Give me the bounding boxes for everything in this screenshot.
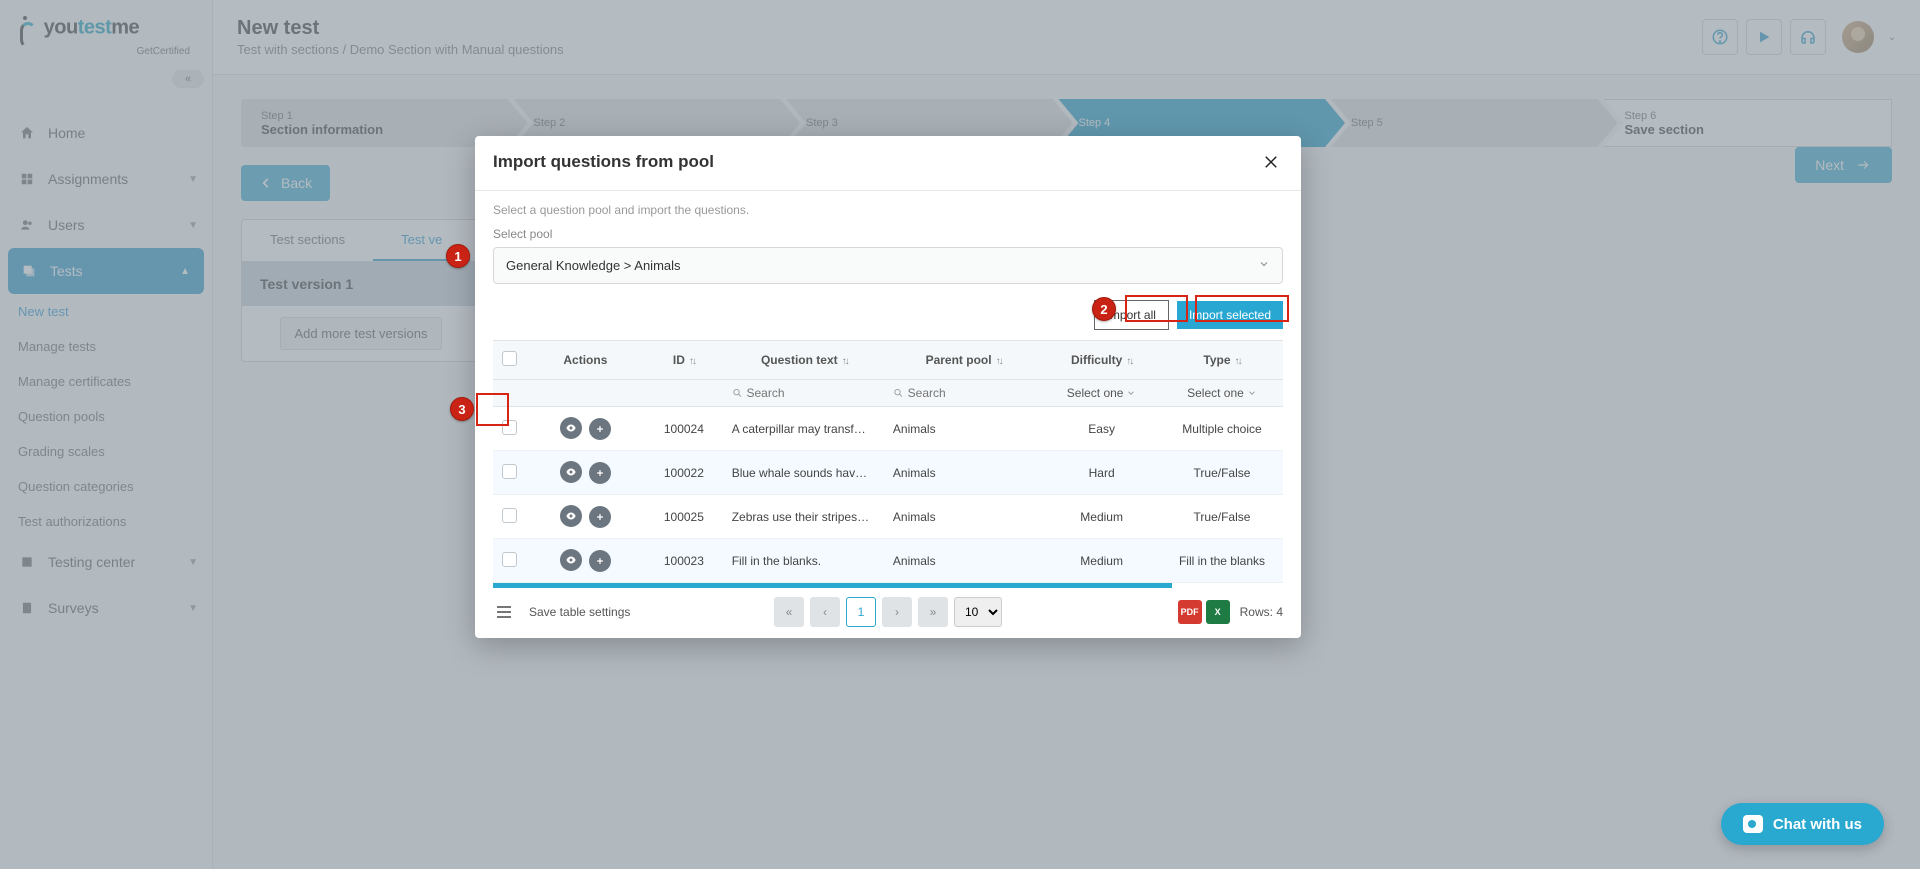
col-id[interactable]: ID↑↓ <box>644 341 724 380</box>
chevron-down-icon <box>1258 258 1270 273</box>
select-all-checkbox[interactable] <box>502 351 517 366</box>
pool-select[interactable]: General Knowledge > Animals <box>493 247 1283 284</box>
page-size-select[interactable]: 10 <box>954 597 1002 627</box>
row-checkbox[interactable] <box>502 420 517 435</box>
first-page-button[interactable]: « <box>774 597 804 627</box>
import-questions-modal: Import questions from pool Select a ques… <box>475 136 1301 638</box>
pool-select-value: General Knowledge > Animals <box>506 258 681 273</box>
import-selected-button[interactable]: Import selected <box>1177 301 1283 329</box>
questions-table: Actions ID↑↓ Question text↑↓ Parent pool… <box>493 340 1283 583</box>
preview-icon[interactable] <box>560 461 582 483</box>
table-row: 100024 A caterpillar may transf… Animals… <box>493 407 1283 451</box>
col-actions: Actions <box>527 341 644 380</box>
chat-label: Chat with us <box>1773 816 1862 833</box>
cell-question: Fill in the blanks. <box>724 539 885 583</box>
pagination: « ‹ 1 › » 10 <box>774 597 1002 627</box>
cell-question: Blue whale sounds hav… <box>724 451 885 495</box>
cell-difficulty: Easy <box>1042 407 1161 451</box>
search-parent-input[interactable] <box>893 386 1034 400</box>
cell-question: Zebras use their stripes… <box>724 495 885 539</box>
annotation-callout-1: 1 <box>446 244 470 268</box>
cell-type: Multiple choice <box>1161 407 1283 451</box>
next-page-button[interactable]: › <box>882 597 912 627</box>
col-parent[interactable]: Parent pool↑↓ <box>885 341 1042 380</box>
modal-info: Select a question pool and import the qu… <box>493 191 1283 227</box>
add-icon[interactable] <box>589 462 611 484</box>
last-page-button[interactable]: » <box>918 597 948 627</box>
annotation-callout-2: 2 <box>1092 297 1116 321</box>
cell-type: Fill in the blanks <box>1161 539 1283 583</box>
col-question[interactable]: Question text↑↓ <box>724 341 885 380</box>
cell-type: True/False <box>1161 451 1283 495</box>
chat-widget[interactable]: Chat with us <box>1721 803 1884 845</box>
col-difficulty[interactable]: Difficulty↑↓ <box>1042 341 1161 380</box>
close-button[interactable] <box>1259 150 1283 174</box>
modal-title: Import questions from pool <box>493 152 714 172</box>
cell-difficulty: Medium <box>1042 495 1161 539</box>
annotation-callout-3: 3 <box>450 397 474 421</box>
sort-icon: ↑↓ <box>1126 356 1132 367</box>
cell-parent: Animals <box>885 407 1042 451</box>
cell-type: True/False <box>1161 495 1283 539</box>
add-icon[interactable] <box>589 506 611 528</box>
cell-parent: Animals <box>885 495 1042 539</box>
table-settings-icon[interactable] <box>493 602 515 622</box>
search-question-input[interactable] <box>732 386 877 400</box>
difficulty-filter[interactable]: Select one <box>1067 386 1137 400</box>
add-icon[interactable] <box>589 550 611 572</box>
cell-id: 100024 <box>644 407 724 451</box>
chat-icon <box>1743 815 1763 833</box>
cell-parent: Animals <box>885 451 1042 495</box>
row-checkbox[interactable] <box>502 552 517 567</box>
sort-icon: ↑↓ <box>842 356 848 367</box>
sort-icon: ↑↓ <box>996 356 1002 367</box>
add-icon[interactable] <box>589 418 611 440</box>
row-checkbox[interactable] <box>502 508 517 523</box>
sort-icon: ↑↓ <box>689 356 695 367</box>
sort-icon: ↑↓ <box>1235 356 1241 367</box>
save-table-settings[interactable]: Save table settings <box>529 605 630 619</box>
table-row: 100022 Blue whale sounds hav… Animals Ha… <box>493 451 1283 495</box>
preview-icon[interactable] <box>560 505 582 527</box>
preview-icon[interactable] <box>560 549 582 571</box>
type-filter[interactable]: Select one <box>1187 386 1257 400</box>
export-pdf-icon[interactable]: PDF <box>1178 600 1202 624</box>
cell-difficulty: Hard <box>1042 451 1161 495</box>
cell-question: A caterpillar may transf… <box>724 407 885 451</box>
row-checkbox[interactable] <box>502 464 517 479</box>
cell-parent: Animals <box>885 539 1042 583</box>
table-row: 100023 Fill in the blanks. Animals Mediu… <box>493 539 1283 583</box>
cell-difficulty: Medium <box>1042 539 1161 583</box>
pool-label: Select pool <box>493 227 1283 241</box>
page-1-button[interactable]: 1 <box>846 597 876 627</box>
table-row: 100025 Zebras use their stripes… Animals… <box>493 495 1283 539</box>
cell-id: 100023 <box>644 539 724 583</box>
cell-id: 100022 <box>644 451 724 495</box>
prev-page-button[interactable]: ‹ <box>810 597 840 627</box>
cell-id: 100025 <box>644 495 724 539</box>
preview-icon[interactable] <box>560 417 582 439</box>
rows-count: Rows: 4 <box>1240 605 1283 619</box>
col-type[interactable]: Type↑↓ <box>1161 341 1283 380</box>
export-excel-icon[interactable]: X <box>1206 600 1230 624</box>
